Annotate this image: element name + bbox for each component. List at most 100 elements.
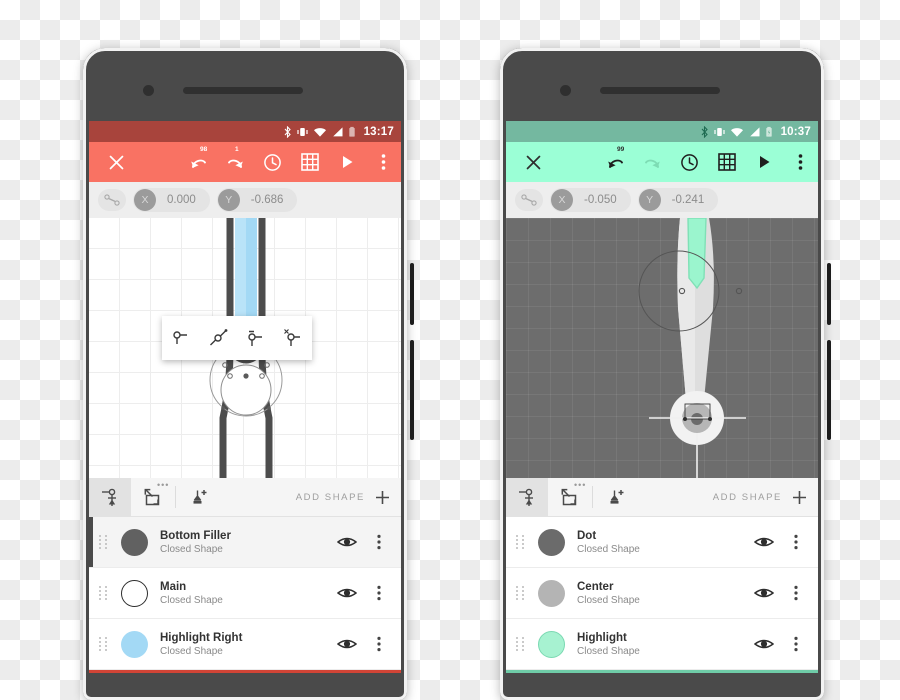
power-button[interactable] — [410, 263, 414, 325]
play-preview-button[interactable] — [328, 142, 365, 182]
y-coordinate-value: -0.241 — [671, 194, 705, 206]
status-bar-right: 10:37 — [506, 121, 818, 142]
redo-button[interactable]: 1 — [217, 142, 254, 182]
phone-device-right: 10:37 99 X -0.050 Y -0.241 ••• ADD SHAPE… — [492, 48, 832, 700]
layer-visibility-button[interactable] — [333, 628, 361, 660]
more-vertical-icon — [798, 154, 802, 170]
drag-handle-icon[interactable] — [516, 586, 529, 600]
add-pen-icon — [193, 489, 206, 504]
layer-visibility-button[interactable] — [333, 526, 361, 558]
android-nav-bar-left — [89, 670, 401, 673]
front-camera-icon — [560, 85, 571, 96]
layer-menu-button[interactable] — [782, 526, 810, 558]
layer-row[interactable]: Highlight Right Closed Shape — [89, 619, 401, 670]
eye-icon — [337, 588, 357, 598]
volume-button[interactable] — [827, 340, 831, 440]
layer-row[interactable]: Center Closed Shape — [506, 568, 818, 619]
layer-type: Closed Shape — [160, 543, 223, 555]
design-canvas-left[interactable] — [89, 218, 401, 478]
nav-recents-button[interactable] — [326, 670, 372, 673]
nav-home-button[interactable] — [639, 670, 685, 673]
nav-home-button[interactable] — [222, 670, 268, 673]
layer-labels: Highlight Closed Shape — [577, 631, 640, 658]
layer-type: Closed Shape — [160, 594, 223, 606]
layer-visibility-button[interactable] — [750, 577, 778, 609]
drag-handle-icon[interactable] — [516, 637, 529, 651]
tab-pen-tool[interactable] — [595, 478, 637, 516]
tab-path-edit-tool[interactable] — [89, 478, 131, 516]
drag-handle-icon[interactable] — [99, 586, 112, 600]
nav-recents-button[interactable] — [743, 670, 789, 673]
power-button[interactable] — [827, 263, 831, 325]
grid-icon — [300, 153, 319, 171]
undo-button[interactable]: 98 — [180, 142, 217, 182]
overflow-menu-button[interactable] — [365, 142, 401, 182]
drag-handle-icon[interactable] — [516, 535, 529, 549]
tab-pen-tool[interactable] — [178, 478, 220, 516]
design-canvas-right[interactable] — [506, 218, 818, 478]
layer-visibility-button[interactable] — [750, 526, 778, 558]
layer-type: Closed Shape — [577, 594, 640, 606]
node-symmetric-icon[interactable] — [245, 327, 267, 349]
node-delete-icon[interactable] — [282, 327, 304, 349]
more-vertical-icon — [794, 534, 798, 550]
layer-list-right: Dot Closed Shape Center Closed Shape Hig… — [506, 517, 818, 670]
battery-icon — [765, 126, 772, 137]
layer-color-swatch — [121, 630, 148, 658]
grid-icon — [717, 153, 736, 171]
layer-labels: Center Closed Shape — [577, 580, 640, 607]
layer-row[interactable]: Dot Closed Shape — [506, 517, 818, 568]
node-corner-icon[interactable] — [170, 327, 192, 349]
tab-path-edit-tool[interactable] — [506, 478, 548, 516]
bluetooth-icon — [701, 125, 708, 138]
grid-toggle-button[interactable] — [291, 142, 328, 182]
add-shape-button[interactable]: ADD SHAPE — [713, 490, 818, 505]
layer-list-left: Bottom Filler Closed Shape Main Closed S… — [89, 517, 401, 670]
bluetooth-icon — [284, 125, 291, 138]
x-coordinate-field[interactable]: X -0.050 — [550, 188, 631, 212]
layer-menu-button[interactable] — [782, 577, 810, 609]
layer-menu-button[interactable] — [365, 577, 393, 609]
layer-menu-button[interactable] — [782, 628, 810, 660]
tab-overflow-badge: ••• — [157, 480, 170, 490]
node-smooth-icon[interactable] — [207, 327, 229, 349]
layer-row[interactable]: Highlight Closed Shape — [506, 619, 818, 670]
undo-button[interactable]: 99 — [597, 142, 634, 182]
wifi-icon — [730, 127, 743, 137]
link-chain-icon — [521, 194, 537, 206]
eye-icon — [337, 537, 357, 547]
play-preview-button[interactable] — [745, 142, 782, 182]
layer-menu-button[interactable] — [365, 628, 393, 660]
y-coordinate-field[interactable]: Y -0.686 — [216, 188, 298, 212]
add-shape-button[interactable]: ADD SHAPE — [296, 490, 401, 505]
tab-transform-tool[interactable]: ••• — [131, 478, 173, 516]
layer-menu-button[interactable] — [365, 526, 393, 558]
layer-color-swatch — [121, 528, 148, 556]
app-toolbar-right: 99 — [506, 142, 818, 182]
y-coordinate-field[interactable]: Y -0.241 — [637, 188, 719, 212]
layer-row[interactable]: Bottom Filler Closed Shape — [89, 517, 401, 568]
link-coordinates-button[interactable] — [98, 189, 126, 211]
x-coordinate-field[interactable]: X 0.000 — [133, 188, 210, 212]
history-button[interactable] — [254, 142, 291, 182]
nav-back-button[interactable] — [535, 670, 581, 673]
history-button[interactable] — [671, 142, 708, 182]
link-coordinates-button[interactable] — [515, 189, 543, 211]
layer-name: Bottom Filler — [160, 529, 231, 542]
layer-visibility-button[interactable] — [333, 577, 361, 609]
grid-toggle-button[interactable] — [708, 142, 745, 182]
layer-actions — [333, 526, 401, 558]
nav-back-button[interactable] — [118, 670, 164, 673]
front-camera-icon — [143, 85, 154, 96]
node-type-popup[interactable] — [162, 316, 312, 360]
volume-button[interactable] — [410, 340, 414, 440]
overflow-menu-button[interactable] — [782, 142, 818, 182]
drag-handle-icon[interactable] — [99, 637, 112, 651]
layer-row[interactable]: Main Closed Shape — [89, 568, 401, 619]
close-button[interactable] — [506, 154, 560, 171]
drag-handle-icon[interactable] — [99, 535, 112, 549]
close-button[interactable] — [89, 154, 143, 171]
coordinate-bar-left: X 0.000 Y -0.686 — [89, 182, 401, 218]
layer-visibility-button[interactable] — [750, 628, 778, 660]
tab-transform-tool[interactable]: ••• — [548, 478, 590, 516]
